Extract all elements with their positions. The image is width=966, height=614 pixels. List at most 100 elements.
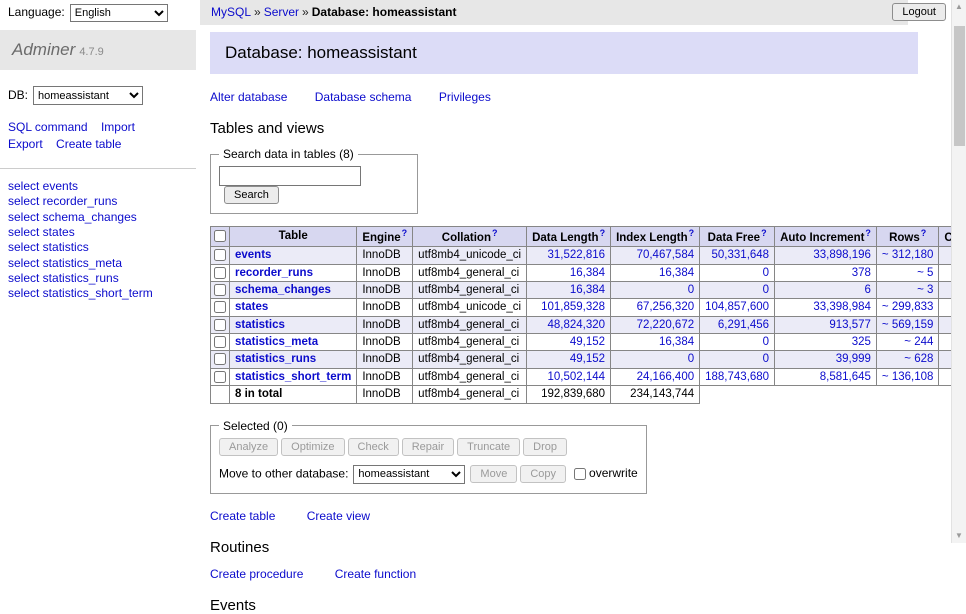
table-link-recorder-runs[interactable]: recorder_runs [235,267,313,279]
rows-link[interactable]: ~ 312,180 [882,249,933,261]
db-link-privileges[interactable]: Privileges [439,90,491,104]
language-select[interactable]: English [70,4,168,22]
index-length-link[interactable]: 16,384 [659,267,694,279]
sidebar-action-export[interactable]: Export [8,137,43,151]
data-free-link[interactable]: 0 [763,336,769,348]
sidebar-action-sql-command[interactable]: SQL command [8,120,88,134]
search-input[interactable] [219,166,361,186]
auto-increment-link[interactable]: 6 [865,284,871,296]
index-length-link[interactable]: 72,220,672 [637,319,695,331]
auto-increment-link[interactable]: 378 [852,267,871,279]
routine-link-create-function[interactable]: Create function [335,567,416,581]
data-length-link[interactable]: 31,522,816 [548,249,606,261]
sidebar-item-select-schema-changes[interactable]: select schema_changes [8,210,188,225]
create-link-create-table[interactable]: Create table [210,509,275,523]
db-link-alter-database[interactable]: Alter database [210,90,287,104]
bulk-analyze-button[interactable]: Analyze [219,438,278,456]
row-checkbox-statistics[interactable] [214,319,226,331]
index-length-link[interactable]: 0 [688,353,694,365]
routine-link-create-procedure[interactable]: Create procedure [210,567,303,581]
logout-button[interactable]: Logout [892,3,946,21]
auto-increment-link[interactable]: 913,577 [829,319,871,331]
column-help-link[interactable]: ? [865,228,871,238]
row-checkbox-events[interactable] [214,249,226,261]
auto-increment-link[interactable]: 33,898,196 [813,249,871,261]
column-help-link[interactable]: ? [761,228,767,238]
data-length-link[interactable]: 101,859,328 [541,301,605,313]
row-checkbox-statistics-runs[interactable] [214,353,226,365]
bulk-truncate-button[interactable]: Truncate [457,438,520,456]
db-select[interactable]: homeassistant [33,86,143,105]
row-checkbox-schema-changes[interactable] [214,284,226,296]
rows-link[interactable]: ~ 569,159 [882,319,933,331]
rows-link[interactable]: ~ 299,833 [882,301,933,313]
data-length-link[interactable]: 10,502,144 [548,371,606,383]
sidebar-item-select-statistics-runs[interactable]: select statistics_runs [8,271,188,286]
table-link-schema-changes[interactable]: schema_changes [235,284,331,296]
create-link-create-view[interactable]: Create view [307,509,370,523]
sidebar-item-select-statistics-meta[interactable]: select statistics_meta [8,256,188,271]
table-link-statistics-runs[interactable]: statistics_runs [235,353,316,365]
auto-increment-link[interactable]: 33,398,984 [813,301,871,313]
column-help-link[interactable]: ? [921,228,927,238]
copy-button[interactable]: Copy [520,465,566,483]
rows-link[interactable]: ~ 136,108 [882,371,933,383]
column-help-link[interactable]: ? [689,228,695,238]
table-link-states[interactable]: states [235,301,268,313]
table-link-statistics[interactable]: statistics [235,319,285,331]
data-length-link[interactable]: 49,152 [570,336,605,348]
auto-increment-link[interactable]: 8,581,645 [820,371,871,383]
data-length-link[interactable]: 48,824,320 [548,319,606,331]
bulk-drop-button[interactable]: Drop [523,438,567,456]
breadcrumb-mysql[interactable]: MySQL [211,5,251,19]
select-all-checkbox[interactable] [214,230,226,242]
data-free-link[interactable]: 0 [763,284,769,296]
scroll-down-arrow[interactable]: ▼ [952,529,966,543]
bulk-optimize-button[interactable]: Optimize [281,438,344,456]
data-free-link[interactable]: 6,291,456 [718,319,769,331]
auto-increment-link[interactable]: 39,999 [836,353,871,365]
row-checkbox-states[interactable] [214,301,226,313]
sidebar-action-create-table[interactable]: Create table [56,137,121,151]
sidebar-item-select-events[interactable]: select events [8,179,188,194]
index-length-link[interactable]: 67,256,320 [637,301,695,313]
data-length-link[interactable]: 49,152 [570,353,605,365]
rows-link[interactable]: ~ 5 [917,267,933,279]
db-link-database-schema[interactable]: Database schema [315,90,412,104]
index-length-link[interactable]: 70,467,584 [637,249,695,261]
bulk-check-button[interactable]: Check [348,438,399,456]
index-length-link[interactable]: 16,384 [659,336,694,348]
row-checkbox-recorder-runs[interactable] [214,267,226,279]
move-button[interactable]: Move [470,465,517,483]
sidebar-item-select-statistics-short-term[interactable]: select statistics_short_term [8,286,188,301]
scrollbar-thumb[interactable] [954,26,965,146]
row-checkbox-statistics-short-term[interactable] [214,371,226,383]
index-length-link[interactable]: 24,166,400 [637,371,695,383]
data-free-link[interactable]: 104,857,600 [705,301,769,313]
row-checkbox-statistics-meta[interactable] [214,336,226,348]
table-link-events[interactable]: events [235,249,271,261]
column-help-link[interactable]: ? [492,228,498,238]
data-free-link[interactable]: 50,331,648 [712,249,770,261]
bulk-repair-button[interactable]: Repair [402,438,454,456]
data-free-link[interactable]: 0 [763,267,769,279]
data-length-link[interactable]: 16,384 [570,284,605,296]
move-db-select[interactable]: homeassistant [353,465,465,484]
table-link-statistics-meta[interactable]: statistics_meta [235,336,318,348]
sidebar-item-select-states[interactable]: select states [8,225,188,240]
data-free-link[interactable]: 0 [763,353,769,365]
breadcrumb-server[interactable]: Server [264,5,299,19]
rows-link[interactable]: ~ 244 [904,336,933,348]
column-help-link[interactable]: ? [600,228,606,238]
sidebar-item-select-recorder-runs[interactable]: select recorder_runs [8,194,188,209]
column-help-link[interactable]: ? [402,228,408,238]
sidebar-action-import[interactable]: Import [101,120,135,134]
auto-increment-link[interactable]: 325 [852,336,871,348]
rows-link[interactable]: ~ 3 [917,284,933,296]
search-button[interactable]: Search [224,186,279,204]
vertical-scrollbar[interactable]: ▲ ▼ [951,0,966,543]
table-link-statistics-short-term[interactable]: statistics_short_term [235,371,351,383]
rows-link[interactable]: ~ 628 [904,353,933,365]
data-length-link[interactable]: 16,384 [570,267,605,279]
scroll-up-arrow[interactable]: ▲ [952,0,966,14]
